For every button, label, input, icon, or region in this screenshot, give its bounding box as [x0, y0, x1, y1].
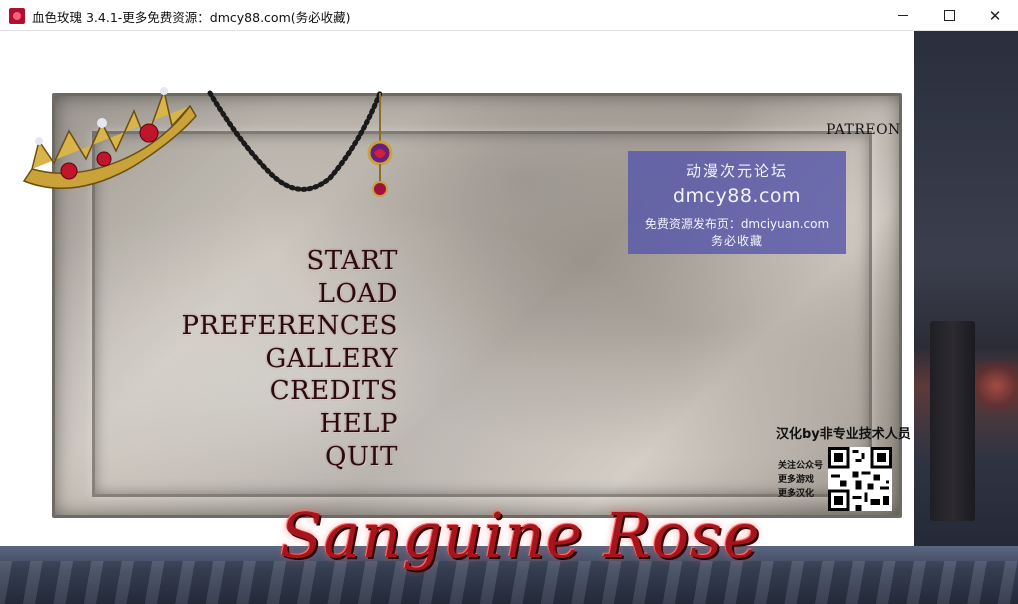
window-title: 血色玫瑰 3.4.1-更多免费资源：dmcy88.com(务必收藏) — [32, 10, 351, 25]
credit-line: 更多汉化 — [778, 489, 815, 499]
watermark-box: 动漫次元论坛 dmcy88.com 免费资源发布页：dmciyuan.com 务… — [628, 151, 846, 254]
menu-quit[interactable]: QUIT — [181, 441, 398, 474]
app-icon — [9, 8, 25, 24]
watermark-line4: 务必收藏 — [710, 234, 763, 248]
watermark-line1: 动漫次元论坛 — [685, 162, 788, 180]
patreon-link[interactable]: PATREON — [826, 122, 901, 138]
maximize-button[interactable] — [926, 0, 972, 31]
main-menu: START LOAD PREFERENCES GALLERY CREDITS H… — [181, 245, 398, 473]
translation-credit-title: 汉化by非专业技术人员 — [776, 427, 911, 442]
close-icon: ✕ — [988, 6, 1002, 25]
menu-start[interactable]: START — [181, 245, 398, 278]
credit-line: 关注公众号 — [778, 461, 824, 471]
maximize-icon — [943, 10, 955, 21]
menu-preferences[interactable]: PREFERENCES — [181, 310, 398, 343]
game-title-logo: Sanguine Rose — [280, 499, 761, 572]
minimize-icon — [898, 15, 908, 16]
background-tower — [930, 321, 975, 521]
qr-code-icon — [828, 447, 892, 511]
crown-icon — [22, 87, 197, 190]
watermark-line2: dmcy88.com — [672, 185, 802, 207]
necklace-icon — [207, 90, 393, 197]
background-glow — [975, 361, 1018, 411]
game-viewport: START LOAD PREFERENCES GALLERY CREDITS H… — [0, 31, 1018, 604]
menu-credits[interactable]: CREDITS — [181, 375, 398, 408]
minimize-button[interactable] — [880, 0, 926, 31]
close-button[interactable]: ✕ — [972, 0, 1018, 31]
translation-credit-lines: 关注公众号 更多游戏 更多汉化 — [778, 459, 823, 501]
window-titlebar: 血色玫瑰 3.4.1-更多免费资源：dmcy88.com(务必收藏) ✕ — [0, 0, 1018, 31]
credit-line: 更多游戏 — [778, 475, 815, 485]
menu-help[interactable]: HELP — [181, 408, 398, 441]
menu-gallery[interactable]: GALLERY — [181, 343, 398, 376]
menu-load[interactable]: LOAD — [181, 278, 398, 311]
watermark-line3: 免费资源发布页：dmciyuan.com — [644, 217, 830, 231]
